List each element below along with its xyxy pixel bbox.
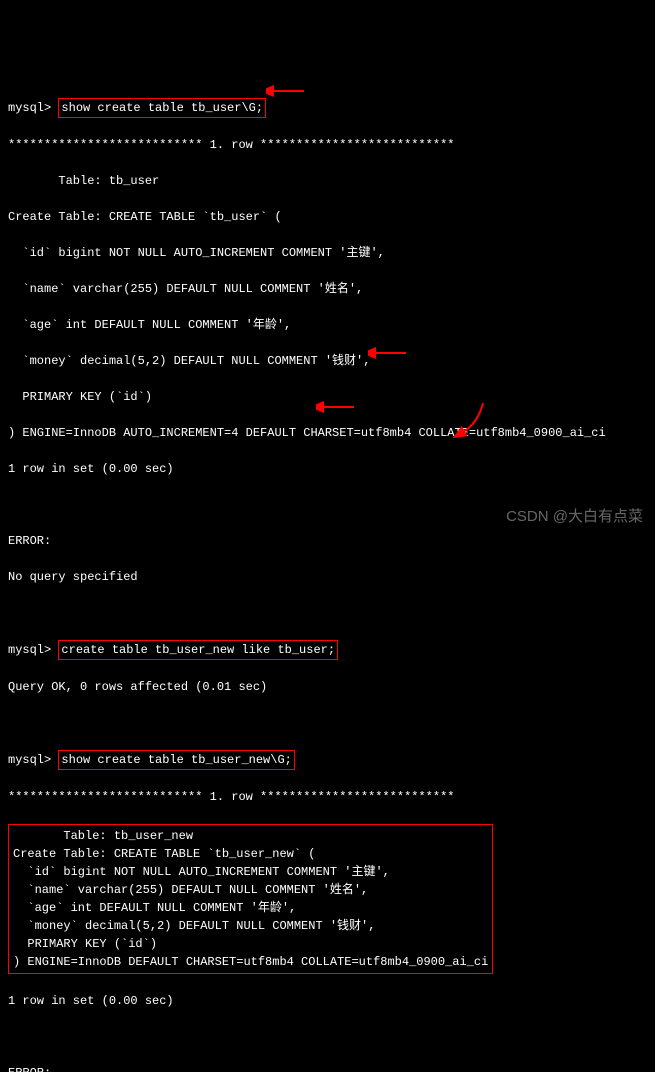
out3-l7: PRIMARY KEY (`id`)	[13, 937, 157, 951]
row-separator-1: *************************** 1. row *****…	[8, 136, 647, 154]
row-separator-2: *************************** 1. row *****…	[8, 788, 647, 806]
cmd2-highlight: create table tb_user_new like tb_user;	[58, 640, 338, 660]
error-label-2: ERROR:	[8, 1064, 647, 1072]
terminal-output: mysql> show create table tb_user\G; ****…	[8, 80, 647, 1072]
out3-l6: `money` decimal(5,2) DEFAULT NULL COMMEN…	[13, 919, 375, 933]
blank-4	[8, 1028, 647, 1046]
out1-l2: Create Table: CREATE TABLE `tb_user` (	[8, 208, 647, 226]
cmd1-highlight: show create table tb_user\G;	[58, 98, 266, 118]
cmd-line-1: mysql> show create table tb_user\G;	[8, 98, 647, 118]
prompt: mysql>	[8, 643, 58, 657]
out3-l4: `name` varchar(255) DEFAULT NULL COMMENT…	[13, 883, 368, 897]
prompt: mysql>	[8, 101, 58, 115]
out1-l3: `id` bigint NOT NULL AUTO_INCREMENT COMM…	[8, 244, 647, 262]
out1-l4: `name` varchar(255) DEFAULT NULL COMMENT…	[8, 280, 647, 298]
prompt: mysql>	[8, 753, 58, 767]
blank-3	[8, 714, 647, 732]
watermark: CSDN @大白有点菜	[506, 506, 643, 529]
error-label-1: ERROR:	[8, 532, 647, 550]
error-msg-1: No query specified	[8, 568, 647, 586]
blank-2	[8, 604, 647, 622]
out3-l5: `age` int DEFAULT NULL COMMENT '年龄',	[13, 901, 296, 915]
out1-l7: PRIMARY KEY (`id`)	[8, 388, 647, 406]
create-table-output-highlight: Table: tb_user_new Create Table: CREATE …	[8, 824, 647, 974]
out3-l1: Table: tb_user_new	[13, 829, 193, 843]
cmd-line-3: mysql> show create table tb_user_new\G;	[8, 750, 647, 770]
out3-l3: `id` bigint NOT NULL AUTO_INCREMENT COMM…	[13, 865, 390, 879]
out1-l9: 1 row in set (0.00 sec)	[8, 460, 647, 478]
out2: Query OK, 0 rows affected (0.01 sec)	[8, 678, 647, 696]
out3-footer: 1 row in set (0.00 sec)	[8, 992, 647, 1010]
cmd3-highlight: show create table tb_user_new\G;	[58, 750, 294, 770]
out3-l8: ) ENGINE=InnoDB DEFAULT CHARSET=utf8mb4 …	[13, 955, 488, 969]
out3-l2: Create Table: CREATE TABLE `tb_user_new`…	[13, 847, 315, 861]
out1-l8: ) ENGINE=InnoDB AUTO_INCREMENT=4 DEFAULT…	[8, 424, 647, 442]
out1-l1: Table: tb_user	[8, 172, 647, 190]
out1-l6: `money` decimal(5,2) DEFAULT NULL COMMEN…	[8, 352, 647, 370]
out1-l5: `age` int DEFAULT NULL COMMENT '年龄',	[8, 316, 647, 334]
cmd-line-2: mysql> create table tb_user_new like tb_…	[8, 640, 647, 660]
